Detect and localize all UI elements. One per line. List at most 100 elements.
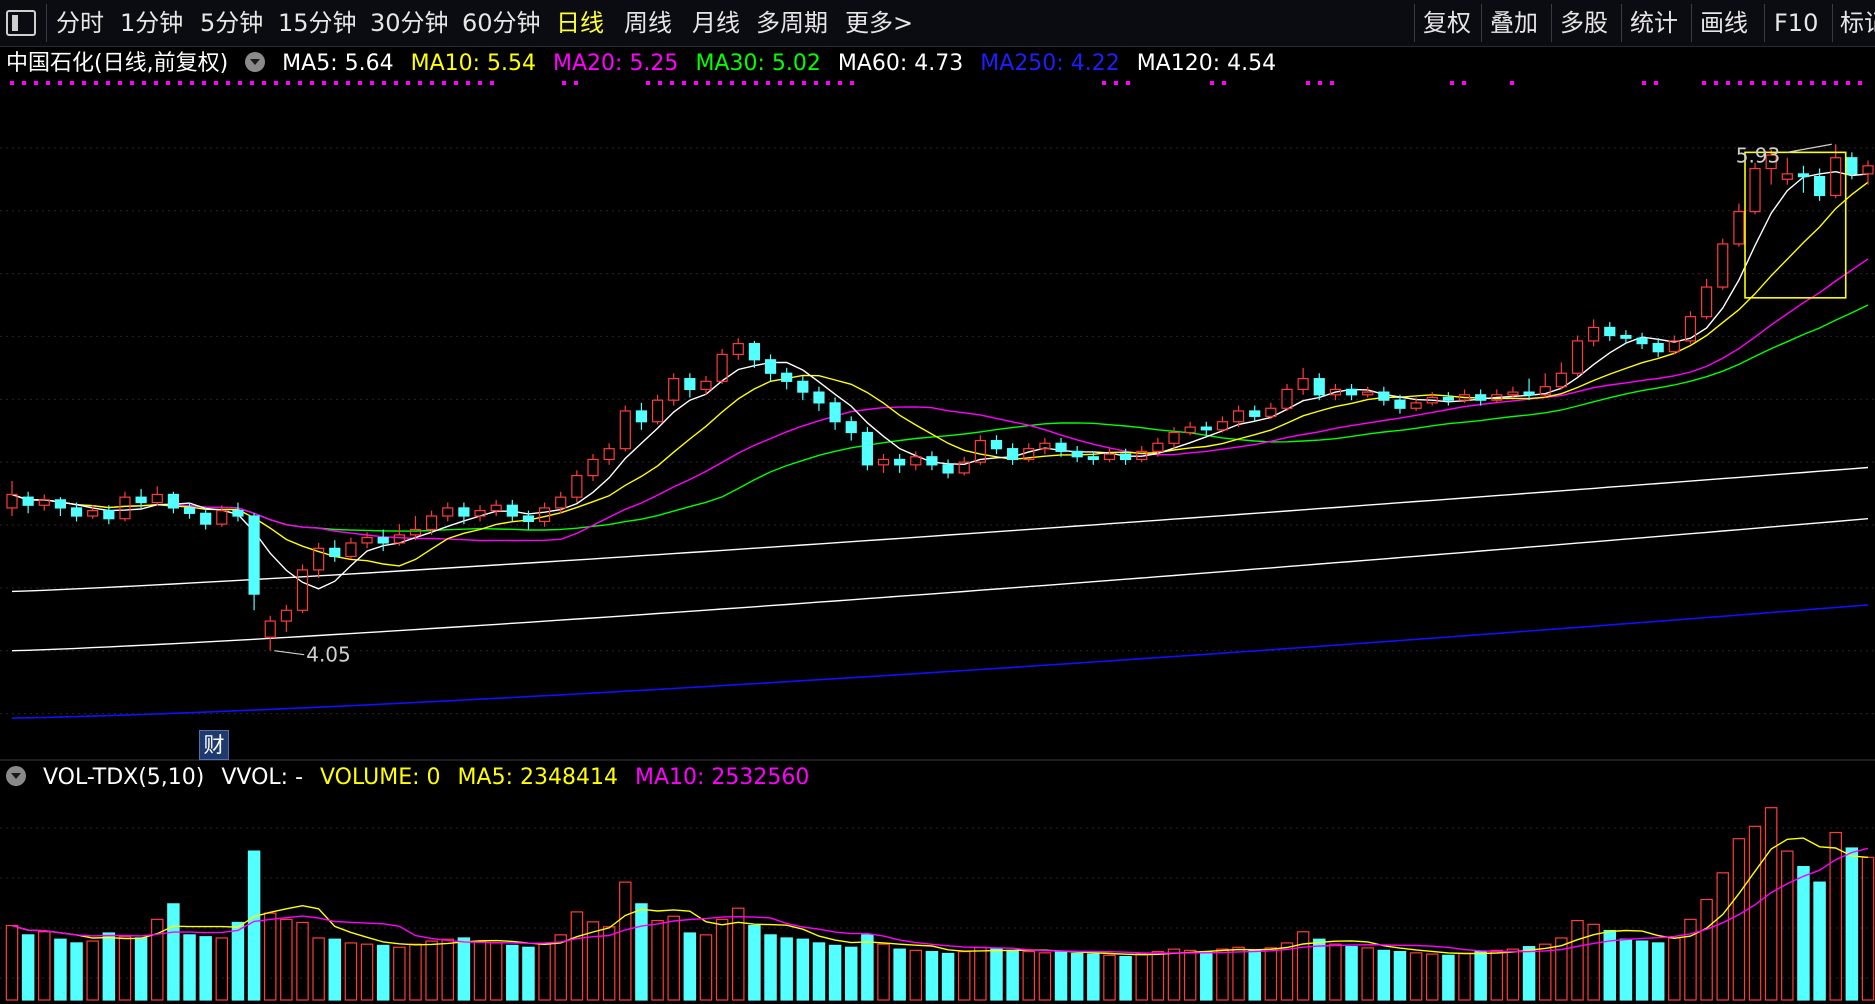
volume-bar bbox=[635, 903, 648, 1001]
min-price-label: 4.05 bbox=[306, 643, 351, 667]
candle-body bbox=[797, 380, 809, 393]
volume-bar bbox=[1700, 898, 1713, 1001]
candle-body bbox=[248, 515, 260, 595]
marker-dot bbox=[1126, 81, 1130, 85]
volume-bar bbox=[1200, 951, 1213, 1001]
candle-body bbox=[668, 378, 680, 401]
candle-body bbox=[1588, 326, 1600, 342]
volume-bar bbox=[102, 932, 116, 1001]
candle-body bbox=[1781, 173, 1793, 180]
marker-dot bbox=[310, 81, 314, 85]
candle-body bbox=[1749, 167, 1761, 213]
marker-dot bbox=[322, 81, 326, 85]
marker-dot bbox=[1786, 81, 1790, 85]
marker-dot bbox=[1102, 81, 1106, 85]
volume-bar bbox=[1748, 825, 1762, 1001]
marker-dot bbox=[1210, 81, 1214, 85]
marker-dot bbox=[454, 81, 458, 85]
candle-body bbox=[1733, 211, 1745, 245]
marker-dot bbox=[1330, 81, 1334, 85]
kline-chart[interactable]: 5.93 4.05 bbox=[0, 0, 1875, 1004]
volume-bar bbox=[780, 937, 793, 1001]
volume-bar bbox=[1474, 951, 1487, 1001]
volume-bar bbox=[1087, 953, 1100, 1001]
volume-bar bbox=[21, 934, 35, 1001]
volume-bar bbox=[425, 940, 438, 1001]
candle-body bbox=[1701, 286, 1713, 318]
candle-body bbox=[635, 410, 648, 423]
volume-bar bbox=[1861, 856, 1875, 1001]
candle-body bbox=[54, 499, 67, 509]
candle-body bbox=[522, 515, 535, 523]
candle-body bbox=[135, 496, 147, 504]
candle-body bbox=[119, 496, 131, 520]
candle-body bbox=[329, 547, 341, 558]
volume-bar bbox=[215, 937, 229, 1001]
volume-bar bbox=[812, 942, 826, 1001]
marker-dot bbox=[646, 81, 650, 85]
vol-ma10-line bbox=[11, 847, 1869, 954]
marker-dot bbox=[574, 81, 578, 85]
candle-body bbox=[1345, 388, 1358, 396]
candle-body bbox=[716, 353, 728, 382]
marker-dot bbox=[286, 81, 290, 85]
candle-body bbox=[1103, 453, 1116, 461]
volume-bar bbox=[1522, 946, 1536, 1001]
candle-body bbox=[1797, 173, 1810, 178]
volume-bar bbox=[1006, 949, 1019, 1001]
volume-bar bbox=[312, 937, 325, 1001]
marker-dot bbox=[826, 81, 830, 85]
candle-body bbox=[1523, 391, 1535, 396]
candle-body bbox=[1200, 426, 1212, 431]
marker-dot bbox=[82, 81, 86, 85]
marker-dot bbox=[706, 81, 710, 85]
vol-ma5-line bbox=[11, 837, 1869, 956]
marker-dot bbox=[154, 81, 158, 85]
volume-bar bbox=[38, 931, 51, 1001]
marker-dot bbox=[178, 81, 182, 85]
marker-dot bbox=[274, 81, 278, 85]
marker-dot bbox=[682, 81, 686, 85]
volume-bar bbox=[1054, 951, 1068, 1001]
marker-dot bbox=[226, 81, 230, 85]
candle-body bbox=[458, 507, 470, 517]
marker-dot bbox=[1774, 81, 1778, 85]
candle-body bbox=[167, 493, 179, 509]
marker-dot bbox=[406, 81, 410, 85]
marker-dot bbox=[382, 81, 386, 85]
candle-body bbox=[764, 359, 777, 374]
volume-bar bbox=[441, 938, 455, 1001]
volume-bar bbox=[974, 946, 987, 1001]
candle-body bbox=[87, 510, 99, 517]
candle-body bbox=[1636, 337, 1648, 345]
ma30-line bbox=[11, 304, 1869, 532]
candle-body bbox=[1362, 391, 1374, 396]
volume-bar bbox=[699, 934, 713, 1001]
marker-dot bbox=[1858, 81, 1862, 85]
marker-dot bbox=[106, 81, 110, 85]
volume-bar bbox=[1329, 943, 1342, 1001]
marker-dot bbox=[1798, 81, 1802, 85]
volume-bar bbox=[861, 934, 874, 1001]
candle-body bbox=[1862, 165, 1874, 175]
volume-bar bbox=[1361, 947, 1374, 1001]
marker-dot bbox=[10, 81, 14, 85]
candle-body bbox=[280, 609, 292, 622]
candle-body bbox=[1168, 431, 1180, 444]
finance-badge[interactable]: 财 bbox=[199, 730, 229, 760]
marker-dot bbox=[1834, 81, 1838, 85]
marker-dot bbox=[694, 81, 698, 85]
volume-bar bbox=[328, 938, 342, 1001]
marker-dot bbox=[238, 81, 242, 85]
volume-bar bbox=[538, 943, 551, 1001]
marker-dot bbox=[778, 81, 782, 85]
marker-dot bbox=[418, 81, 422, 85]
marker-dot bbox=[490, 81, 494, 85]
volume-bar bbox=[619, 881, 632, 1001]
volume-bar bbox=[748, 924, 761, 1001]
candle-body bbox=[829, 402, 841, 423]
volume-bar bbox=[280, 918, 293, 1001]
marker-dot bbox=[1738, 81, 1742, 85]
volume-bar bbox=[1716, 872, 1729, 1001]
ma120-line bbox=[11, 518, 1869, 652]
